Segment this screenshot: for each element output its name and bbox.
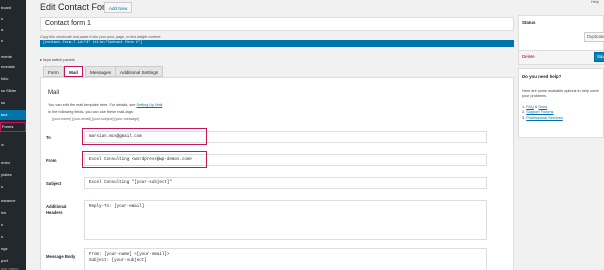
tab-additional-settings[interactable]: Additional Settings — [115, 66, 164, 77]
sidebar-item-16[interactable]: ins — [0, 208, 26, 218]
help-box-title: Do you need help? — [522, 74, 562, 79]
setting-up-mail-link[interactable]: Setting Up Mail — [137, 103, 163, 107]
from-highlight-box — [82, 151, 207, 168]
docs-link[interactable]: Docs — [539, 105, 548, 109]
tab-messages[interactable]: Messages — [85, 66, 116, 77]
page-title: Edit Contact Form — [40, 2, 113, 12]
mail-help-text: You can edit the mail template here. For… — [48, 103, 137, 107]
mail-heading: Mail — [48, 90, 60, 96]
faq-link[interactable]: FAQ — [526, 105, 534, 109]
sidebar-item-17[interactable]: s — [0, 220, 26, 230]
mail-tags-list: [your-name] [your-email] [your-subject] … — [52, 117, 140, 121]
sidebar-item-8[interactable]: ss — [0, 98, 26, 108]
sidebar-item-15[interactable]: earance — [0, 196, 26, 206]
switch-panels-hint: ▸ keys switch panels — [40, 58, 75, 62]
add-new-button[interactable]: Add New — [104, 2, 133, 13]
sidebar-item-4[interactable]: ments — [0, 52, 26, 62]
mail-help-line: You can edit the mail template here. For… — [48, 103, 163, 107]
message-body-label: Message Body — [46, 254, 76, 259]
sidebar-item-3[interactable]: s — [0, 36, 26, 46]
tab-form[interactable]: Form — [43, 66, 64, 77]
sidebar-item-1[interactable]: s — [0, 14, 26, 24]
additional-headers-label-line1: Additional — [46, 204, 67, 209]
help-tab[interactable]: Help — [591, 0, 599, 4]
mail-tags-intro: In the following fields, you can use the… — [48, 110, 134, 114]
sidebar-item-11[interactable]: w — [0, 140, 26, 150]
help-links-list: 1. FAQ & Docs 2. Support Forums 3. Profe… — [522, 105, 563, 121]
to-label: To — [46, 135, 51, 140]
from-label: From — [46, 158, 57, 163]
status-title: Status — [522, 20, 536, 25]
sidebar-item-14[interactable]: s — [0, 182, 26, 192]
sidebar-item-18[interactable]: s — [0, 232, 26, 242]
additional-headers-label-line2: Headers — [46, 210, 63, 215]
sidebar-item-9[interactable]: tact — [0, 110, 26, 120]
sidebar-item-5[interactable]: monials — [0, 62, 26, 72]
help-link-number: 3. — [522, 115, 526, 120]
help-box-text: Here are some available options to help … — [522, 89, 599, 99]
help-link-number: 2. — [522, 110, 526, 115]
professional-services-link[interactable]: Professional Services — [526, 116, 563, 120]
support-forums-link[interactable]: Support Forums — [526, 110, 553, 114]
sidebar-item-7[interactable]: ss Slider — [0, 86, 26, 96]
to-highlight-box — [82, 128, 207, 145]
message-body-field[interactable]: From: [your-name] <[your-email]> Subject… — [84, 248, 487, 270]
help-link-item: 3. Professional Services — [522, 116, 563, 121]
tab-mail[interactable]: Mail — [64, 66, 83, 77]
sidebar-item-13[interactable]: plates — [0, 170, 26, 180]
subject-label: Subject — [46, 181, 62, 186]
sidebar-item-6[interactable]: folio — [0, 74, 26, 84]
duplicate-button[interactable]: Duplicate — [584, 32, 604, 42]
shortcode-note: Copy this shortcode and paste it into yo… — [40, 35, 162, 39]
help-link-number: 1. — [522, 105, 526, 109]
save-button[interactable]: Save — [594, 52, 604, 62]
additional-headers-field[interactable]: Reply-To: [your-email] — [84, 200, 487, 240]
admin-sidebar: board s a s ments monials folio ss Slider ss tact… — [0, 0, 26, 270]
mail-help-suffix: . — [162, 103, 164, 107]
sidebar-item-19[interactable]: ngs — [0, 244, 26, 254]
subject-field[interactable]: Excel Consulting "[your-subject]" — [84, 177, 487, 189]
sidebar-item-21[interactable]: pse menu — [0, 264, 26, 270]
sidebar-item-0[interactable]: board — [0, 3, 26, 13]
shortcode-field[interactable]: [contact-form-7 id="4" title="Contact fo… — [40, 40, 514, 47]
sidebar-item-10[interactable]: Forms — [0, 122, 26, 132]
form-title-input[interactable]: Contact form 1 — [40, 17, 514, 31]
sidebar-item-12[interactable]: entor — [0, 158, 26, 168]
delete-link[interactable]: Delete — [522, 54, 535, 59]
sidebar-item-2[interactable]: a — [0, 25, 26, 35]
